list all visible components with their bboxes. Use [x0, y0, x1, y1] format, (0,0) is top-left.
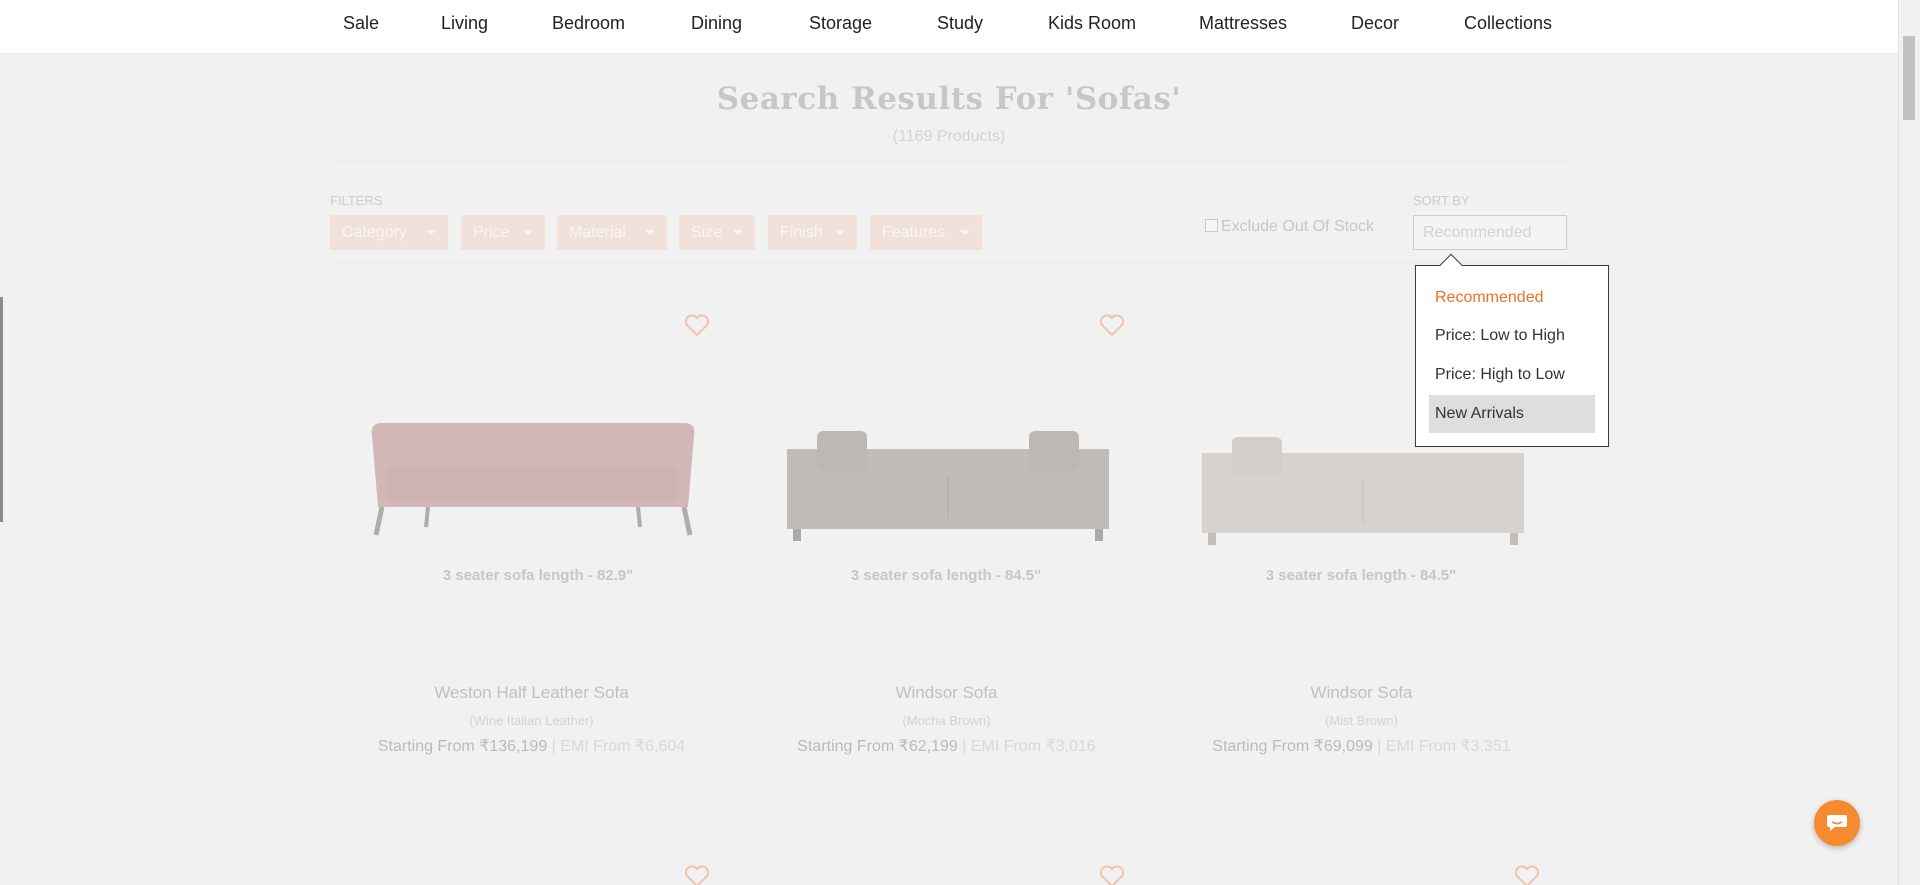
scrollbar-thumb[interactable] — [1903, 36, 1915, 120]
chat-icon — [1827, 815, 1847, 831]
sort-dropdown: Recommended Price: Low to High Price: Hi… — [1415, 253, 1609, 447]
nav-item-decor[interactable]: Decor — [1351, 13, 1399, 34]
nav-item-kids-room[interactable]: Kids Room — [1048, 13, 1136, 34]
sort-option-recommended[interactable]: Recommended — [1429, 279, 1595, 317]
nav-item-storage[interactable]: Storage — [809, 13, 872, 34]
modal-overlay[interactable] — [0, 55, 1898, 885]
chat-button[interactable] — [1814, 800, 1860, 846]
nav-item-collections[interactable]: Collections — [1464, 13, 1552, 34]
nav-item-dining[interactable]: Dining — [691, 13, 742, 34]
nav-item-bedroom[interactable]: Bedroom — [552, 13, 625, 34]
sort-option-price-high-low[interactable]: Price: High to Low — [1429, 356, 1595, 394]
nav-item-study[interactable]: Study — [937, 13, 983, 34]
nav-item-sale[interactable]: Sale — [343, 13, 379, 34]
nav-item-living[interactable]: Living — [441, 13, 488, 34]
scrollbar[interactable] — [1898, 0, 1920, 885]
sort-option-price-low-high[interactable]: Price: Low to High — [1429, 317, 1595, 355]
sort-option-new-arrivals[interactable]: New Arrivals — [1429, 395, 1595, 433]
nav-item-mattresses[interactable]: Mattresses — [1199, 13, 1287, 34]
top-nav: Sale Living Bedroom Dining Storage Study… — [0, 0, 1898, 54]
